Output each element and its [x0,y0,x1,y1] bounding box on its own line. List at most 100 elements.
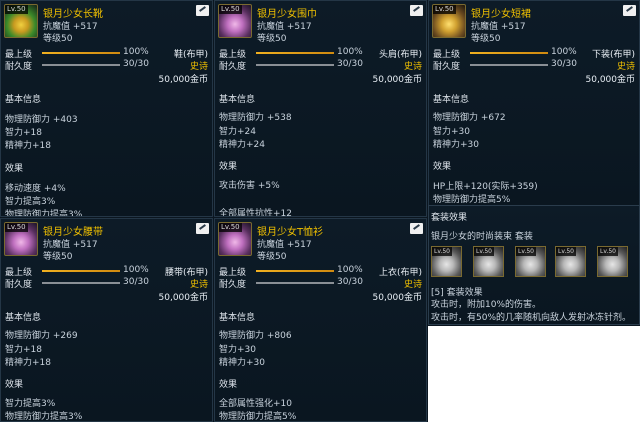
card-header: Lv.50 银月少女T恤衫 抗魔值 +517 等级50 [215,219,426,262]
item-grade: 等级50 [257,34,287,44]
stat-line: 智力+18 [5,128,42,138]
stat-line: 物理防御力 +269 [5,331,78,341]
item-name: 银月少女围巾 [257,9,317,20]
stat-line: 智力+18 [5,345,42,355]
set-item-icon[interactable]: Lv.50 [431,246,462,277]
effect-line: 物理防御力提高5% [219,412,297,422]
stat-line: 精神力+30 [433,140,479,150]
share-icon[interactable] [410,5,423,16]
item-grade: 等级50 [43,34,73,44]
basic-info-title: 基本信息 [219,313,256,323]
item-name: 银月少女短裙 [471,9,531,20]
share-icon[interactable] [196,223,209,234]
price: 50,000金币 [158,293,209,303]
durability-row: 耐久度 30/30 史诗 [219,59,422,72]
item-card-boots[interactable]: Lv.50 银月少女长靴 抗魔值 +517 等级50 最上级 100% 鞋(布甲… [0,0,213,217]
durability-row: 耐久度 30/30 史诗 [219,277,422,290]
set-name: 银月少女的时尚装束 套装 [431,232,533,242]
card-header: Lv.50 银月少女短裙 抗魔值 +517 等级50 [429,1,639,44]
effect-line: 攻击伤害 +5% [219,181,280,191]
item-name: 银月少女T恤衫 [257,227,324,238]
set-effect-title: 套装效果 [431,213,468,223]
set-item-icon[interactable]: Lv.50 [597,246,628,277]
shirt-icon: Lv.50 [218,222,252,256]
effect-line: 智力提高3% [5,399,56,409]
effect-line: 智力提高3% [5,197,56,207]
card-header: Lv.50 银月少女围巾 抗魔值 +517 等级50 [215,1,426,44]
stat-line: 智力+30 [219,345,256,355]
level-badge: Lv.50 [219,223,242,232]
share-icon[interactable] [410,223,423,234]
level-badge: Lv.50 [433,5,456,14]
durability-bar [42,64,120,66]
stat-line: 精神力+30 [219,358,265,368]
stat-line: 精神力+18 [5,358,51,368]
durability-bar [42,282,120,284]
stat-line: 物理防御力 +672 [433,113,506,123]
effect-line: 全部属性抗性+12 [219,209,292,217]
effect-line: 移动速度 +4% [5,184,66,194]
set-effect-line: 攻击时，附加10%的伤害。 [431,300,542,310]
item-grade: 等级50 [471,34,501,44]
stat-line: 智力+24 [219,127,256,137]
card-header: Lv.50 银月少女腰带 抗魔值 +517 等级50 [1,219,212,262]
basic-info-title: 基本信息 [5,95,42,105]
item-card-top[interactable]: Lv.50 银月少女T恤衫 抗魔值 +517 等级50 最上级 100% 上衣(… [214,218,427,422]
set-item-icon[interactable]: Lv.50 [515,246,546,277]
durability-bar [256,282,334,284]
item-name: 银月少女长靴 [43,9,103,20]
effect-line: 全部属性强化+10 [219,399,292,409]
max-grade-row: 最上级 100% 下装(布甲) [433,47,635,60]
stat-line: 智力+30 [433,127,470,137]
effect-title: 效果 [433,162,452,172]
max-grade-bar [42,270,120,272]
effect-line: 物理防御力提高3% [5,210,83,217]
effect-title: 效果 [5,164,24,174]
set-effect-line: 攻击时，有50%的几率随机向敌人发射冰冻针剂。 [431,313,632,323]
stat-line: 精神力+18 [5,141,51,151]
item-grade: 等级50 [257,252,287,262]
share-icon[interactable] [196,5,209,16]
set-effect-panel: 套装效果 银月少女的时尚装束 套装 Lv.50 Lv.50 Lv.50 Lv.5… [428,205,640,325]
durability-bar [256,64,334,66]
rarity-label: 史诗 [403,280,422,290]
rarity-label: 史诗 [616,62,635,72]
effect-title: 效果 [219,162,238,172]
level-badge: Lv.50 [5,5,28,14]
effect-title: 效果 [219,380,238,390]
max-grade-bar [470,52,548,54]
set-item-icon[interactable]: Lv.50 [555,246,586,277]
max-grade-row: 最上级 100% 头肩(布甲) [219,47,422,60]
effect-line: 物理防御力提高5% [433,195,511,205]
max-grade-bar [256,270,334,272]
skirt-icon: Lv.50 [432,4,466,38]
item-card-belt[interactable]: Lv.50 银月少女腰带 抗魔值 +517 等级50 最上级 100% 腰带(布… [0,218,213,422]
price: 50,000金币 [372,75,423,85]
max-grade-bar [256,52,334,54]
item-card-shoulder[interactable]: Lv.50 银月少女围巾 抗魔值 +517 等级50 最上级 100% 头肩(布… [214,0,427,217]
price: 50,000金币 [158,75,209,85]
stat-line: 精神力+24 [219,140,265,150]
rarity-label: 史诗 [403,62,422,72]
item-grade: 等级50 [43,252,73,262]
stat-line: 物理防御力 +806 [219,331,292,341]
set-item-icons: Lv.50 Lv.50 Lv.50 Lv.50 Lv.50 [429,246,639,284]
durability-row: 耐久度 30/30 史诗 [433,59,635,72]
basic-info-title: 基本信息 [219,95,256,105]
max-grade-bar [42,52,120,54]
stat-line: 物理防御力 +538 [219,113,292,123]
item-card-pants[interactable]: Lv.50 银月少女短裙 抗魔值 +517 等级50 最上级 100% 下装(布… [428,0,640,212]
stat-line: 物理防御力 +403 [5,115,78,125]
durability-bar [470,64,548,66]
set-item-icon[interactable]: Lv.50 [473,246,504,277]
effect-title: 效果 [5,380,24,390]
item-name: 银月少女腰带 [43,227,103,238]
basic-info-title: 基本信息 [5,313,42,323]
max-grade-row: 最上级 100% 上衣(布甲) [219,265,422,278]
level-badge: Lv.50 [5,223,28,232]
durability-row: 耐久度 30/30 史诗 [5,277,208,290]
rarity-label: 史诗 [189,280,208,290]
scarf-icon: Lv.50 [218,4,252,38]
share-icon[interactable] [623,5,636,16]
price: 50,000金币 [372,293,423,303]
